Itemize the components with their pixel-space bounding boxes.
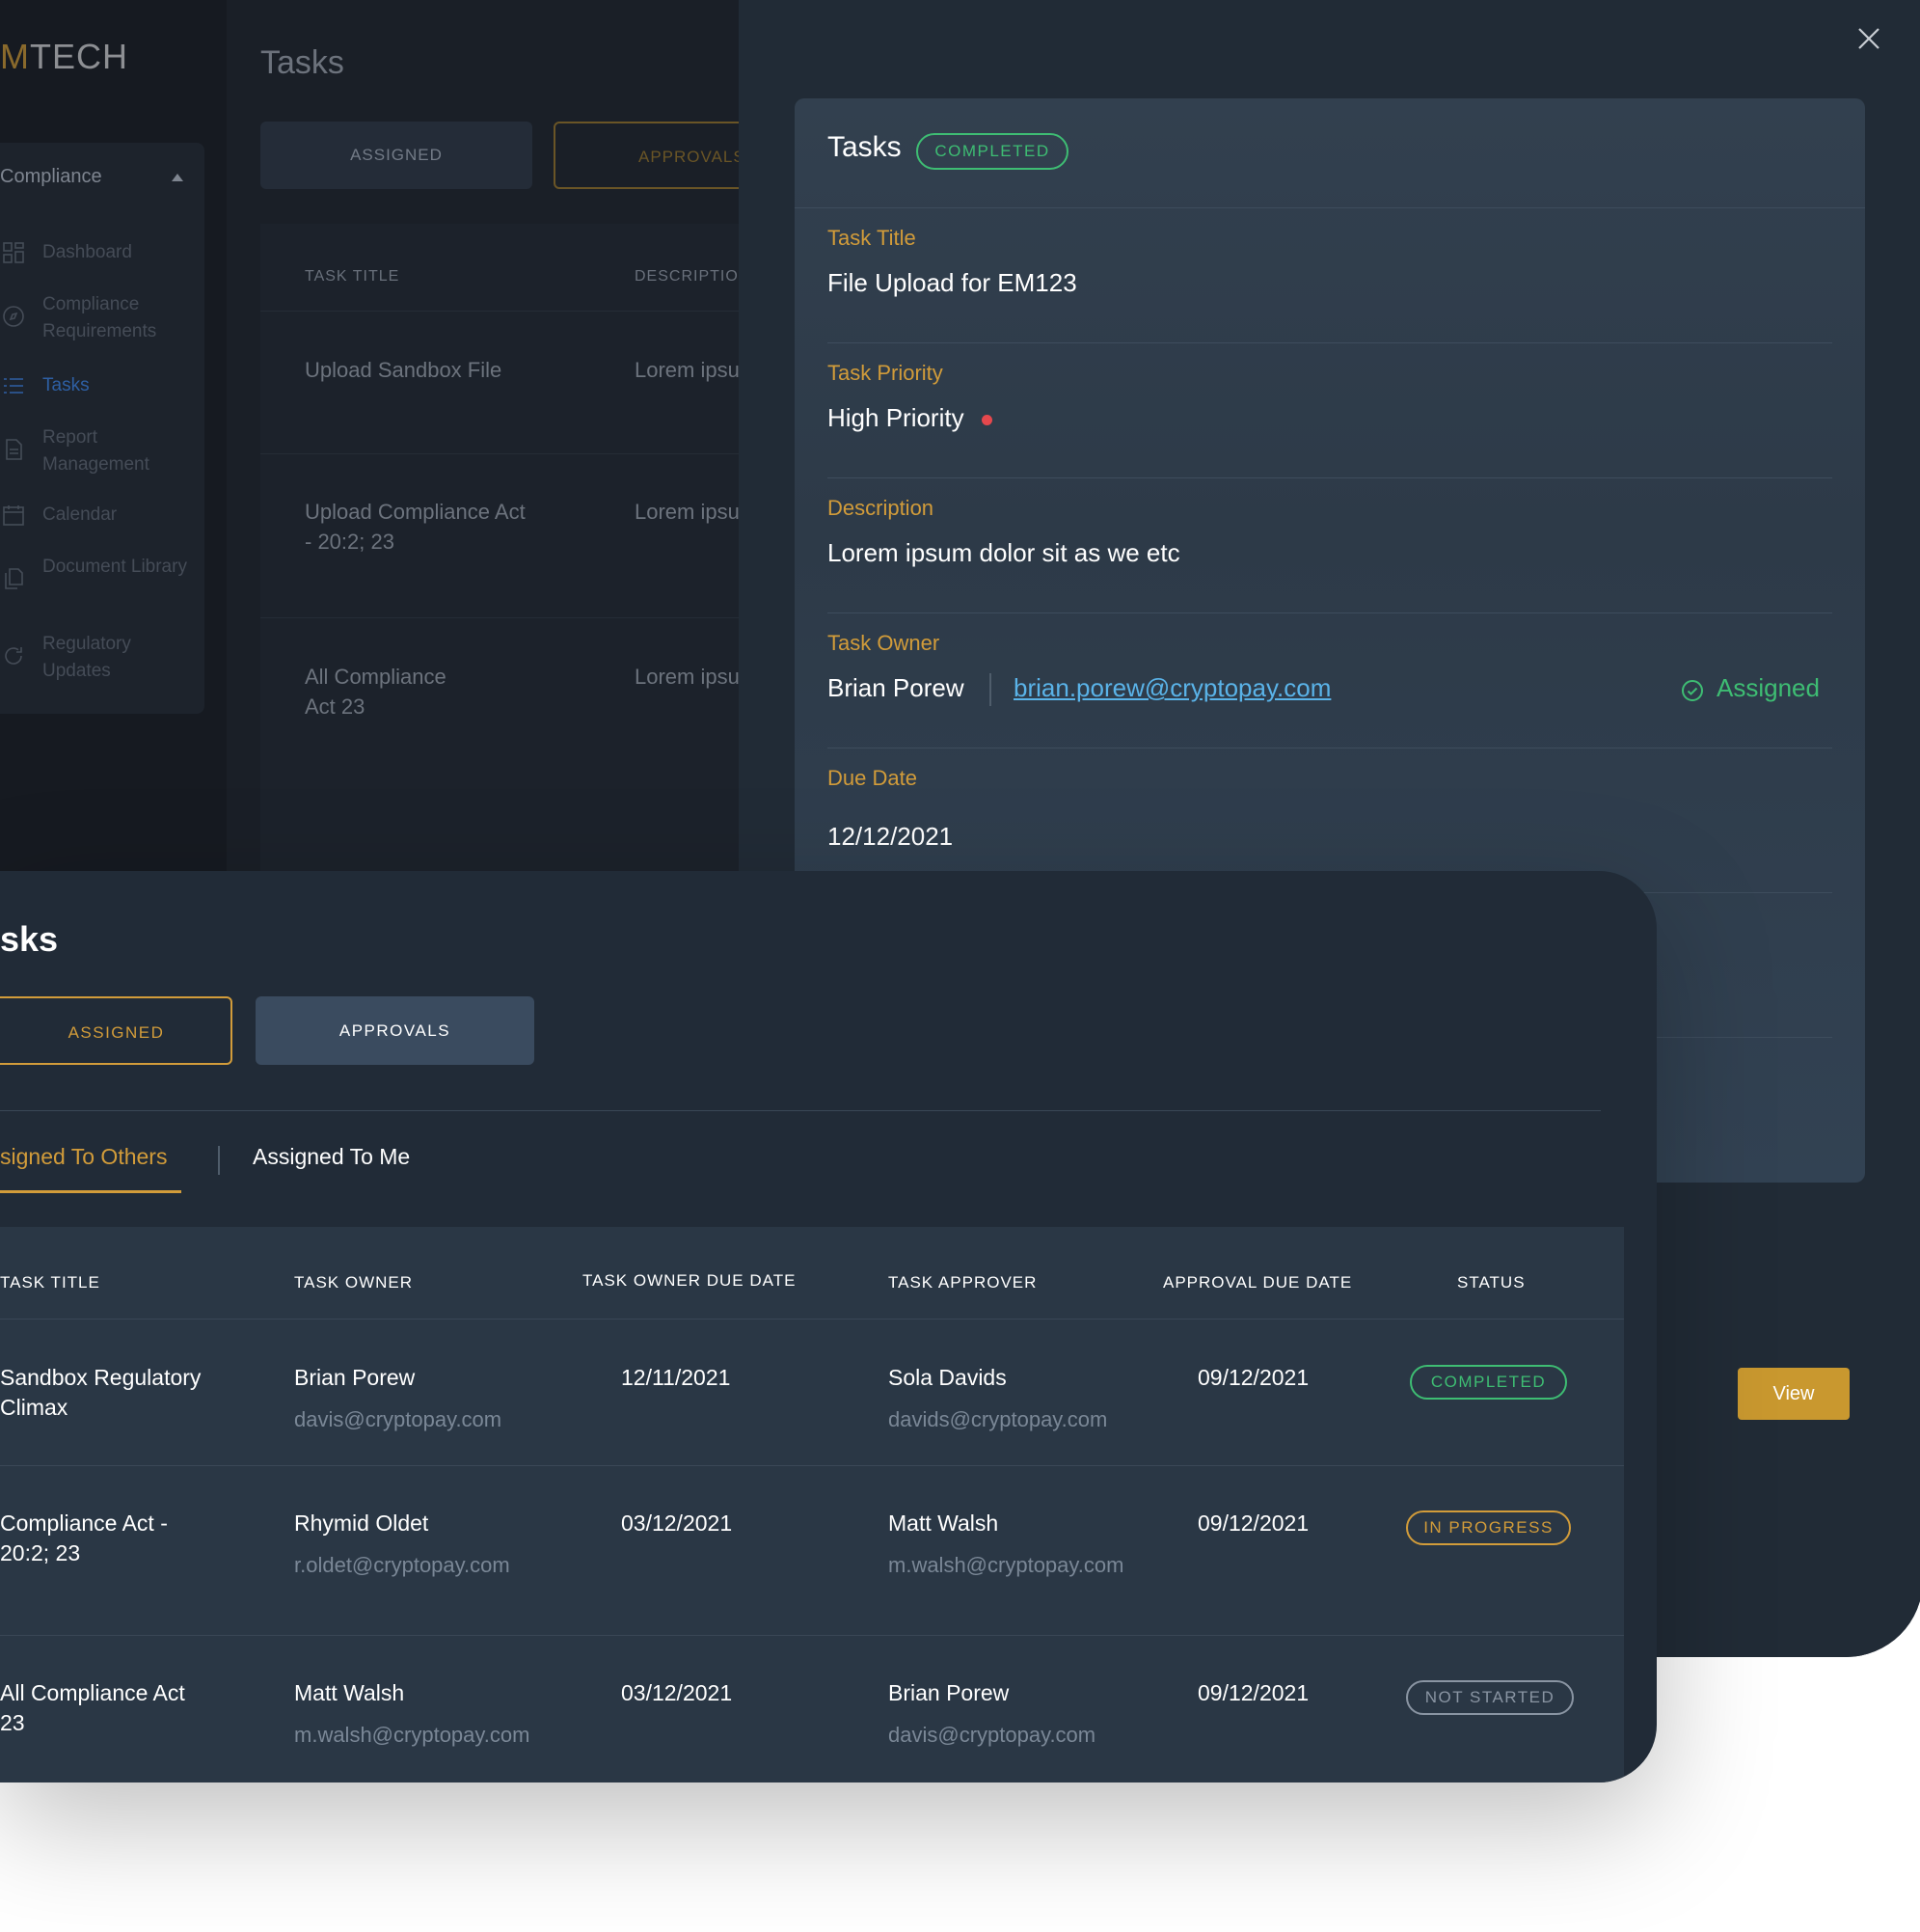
tasks-table: TASK TITLE TASK OWNER TASK OWNER DUE DAT… [0, 1227, 1624, 1782]
field-label: Task Title [827, 226, 916, 250]
task-owner-email: m.walsh@cryptopay.com [294, 1723, 530, 1747]
task-approver-name: Brian Porew [888, 1680, 1010, 1705]
field-label: Task Priority [827, 361, 943, 385]
tab-approvals[interactable]: APPROVALS [256, 996, 534, 1065]
divider [989, 673, 991, 706]
check-circle-icon [1682, 680, 1703, 701]
report-icon [6, 439, 22, 460]
app-logo: MTECH [0, 37, 128, 76]
task-title: Upload Sandbox File [305, 358, 502, 382]
tab-assigned[interactable]: ASSIGNED [260, 122, 532, 189]
card-title: Tasks [827, 131, 902, 163]
approval-due-date: 09/12/2021 [1198, 1680, 1310, 1705]
tasks-panel: sks ASSIGNED APPROVALS signed To Others … [0, 871, 1657, 1782]
column-header-status: STATUS [1457, 1273, 1526, 1292]
column-header: DESCRIPTION [635, 268, 751, 285]
nav-section-compliance[interactable]: Compliance [0, 166, 204, 188]
field-task-title: Task Title File Upload for EM123 [827, 208, 1832, 343]
task-title: Upload Compliance Act - 20:2; 23 [305, 500, 526, 554]
status-badge: NOT STARTED [1406, 1680, 1574, 1715]
approval-due-date: 09/12/2021 [1198, 1365, 1310, 1390]
approval-due-date: 09/12/2021 [1198, 1510, 1310, 1536]
column-header-approval-due-date: APPROVAL DUE DATE [1163, 1273, 1353, 1292]
status-badge: IN PROGRESS [1406, 1510, 1571, 1545]
field-label: Description [827, 496, 934, 520]
task-title: Compliance Act - 20:2; 23 [0, 1510, 168, 1565]
task-owner-email: davis@cryptopay.com [294, 1407, 502, 1431]
task-description: Lorem ipsu [635, 500, 740, 524]
caret-up-icon [172, 174, 183, 181]
owner-due-date: 03/12/2021 [621, 1680, 733, 1705]
page-title: Tasks [260, 44, 344, 81]
column-header-task-owner: TASK OWNER [294, 1273, 414, 1292]
table-header: TASK TITLE TASK OWNER TASK OWNER DUE DAT… [0, 1227, 1624, 1320]
divider [218, 1146, 220, 1175]
task-approver-name: Matt Walsh [888, 1510, 999, 1536]
task-owner-name: Matt Walsh [294, 1680, 405, 1705]
field-task-owner: Task Owner Brian Porew brian.porew@crypt… [827, 613, 1832, 748]
owner-status: Assigned [1717, 673, 1820, 702]
card-header: Tasks COMPLETED [795, 98, 1865, 208]
task-title: All Compliance Act 23 [0, 1680, 185, 1735]
table-row[interactable]: All Compliance Act 23 Matt Walsh m.walsh… [0, 1636, 1624, 1782]
task-owner-email: r.oldet@cryptopay.com [294, 1553, 510, 1577]
field-value: High Priority [827, 403, 992, 433]
dashboard-icon [3, 242, 24, 263]
status-badge: COMPLETED [916, 133, 1068, 170]
column-header: TASK TITLE [305, 268, 400, 285]
table-row[interactable]: Compliance Act - 20:2; 23 Rhymid Oldet r… [0, 1466, 1624, 1636]
field-task-priority: Task Priority High Priority [827, 343, 1832, 478]
owner-due-date: 12/11/2021 [621, 1365, 731, 1390]
task-title: Sandbox Regulatory Climax [0, 1365, 202, 1420]
owner-email-link[interactable]: brian.porew@cryptopay.com [1014, 673, 1331, 703]
task-approver-email: m.walsh@cryptopay.com [888, 1553, 1124, 1577]
status-badge: COMPLETED [1410, 1365, 1567, 1400]
tasks-title: sks [0, 919, 59, 959]
subtab-assigned-to-others[interactable]: signed To Others [0, 1144, 167, 1170]
field-value: 12/12/2021 [827, 822, 954, 851]
task-approver-name: Sola Davids [888, 1365, 1007, 1390]
divider [0, 1110, 1601, 1111]
owner-due-date: 03/12/2021 [621, 1510, 733, 1536]
table-row[interactable] [260, 453, 743, 454]
owner-name: Brian Porew [827, 673, 964, 702]
refresh-icon [5, 647, 22, 665]
table-row[interactable] [260, 617, 743, 618]
field-label: Due Date [827, 766, 917, 790]
column-header-task-title: TASK TITLE [0, 1273, 100, 1292]
task-approver-email: davis@cryptopay.com [888, 1723, 1096, 1747]
column-header-owner-due-date: TASK OWNER DUE DATE [582, 1271, 797, 1290]
close-icon[interactable] [1855, 25, 1882, 52]
subtab-assigned-to-me[interactable]: Assigned To Me [253, 1144, 410, 1170]
sidebar-nav: Compliance Dashboard Compliance Requirem… [0, 143, 204, 714]
table-row[interactable] [260, 311, 743, 312]
priority-dot-icon [981, 414, 992, 425]
tab-assigned[interactable]: ASSIGNED [0, 996, 232, 1065]
task-description: Lorem ipsu [635, 665, 740, 689]
table-row[interactable]: Sandbox Regulatory Climax Brian Porew da… [0, 1320, 1624, 1466]
documents-icon [5, 568, 23, 589]
calendar-icon [3, 505, 24, 526]
column-header-task-approver: TASK APPROVER [888, 1273, 1038, 1292]
active-subtab-indicator [0, 1190, 181, 1193]
field-label: Task Owner [827, 631, 940, 655]
field-description: Description Lorem ipsum dolor sit as we … [827, 478, 1832, 613]
view-button[interactable]: View [1738, 1368, 1850, 1420]
field-value: File Upload for EM123 [827, 268, 1077, 297]
task-title: All Compliance Act 23 [305, 665, 446, 719]
task-approver-email: davids@cryptopay.com [888, 1407, 1108, 1431]
compass-icon [3, 306, 24, 327]
task-owner-name: Brian Porew [294, 1365, 416, 1390]
task-owner-name: Rhymid Oldet [294, 1510, 429, 1536]
field-value: Lorem ipsum dolor sit as we etc [827, 538, 1180, 567]
list-icon [4, 378, 23, 394]
task-description: Lorem ipsu [635, 358, 740, 382]
